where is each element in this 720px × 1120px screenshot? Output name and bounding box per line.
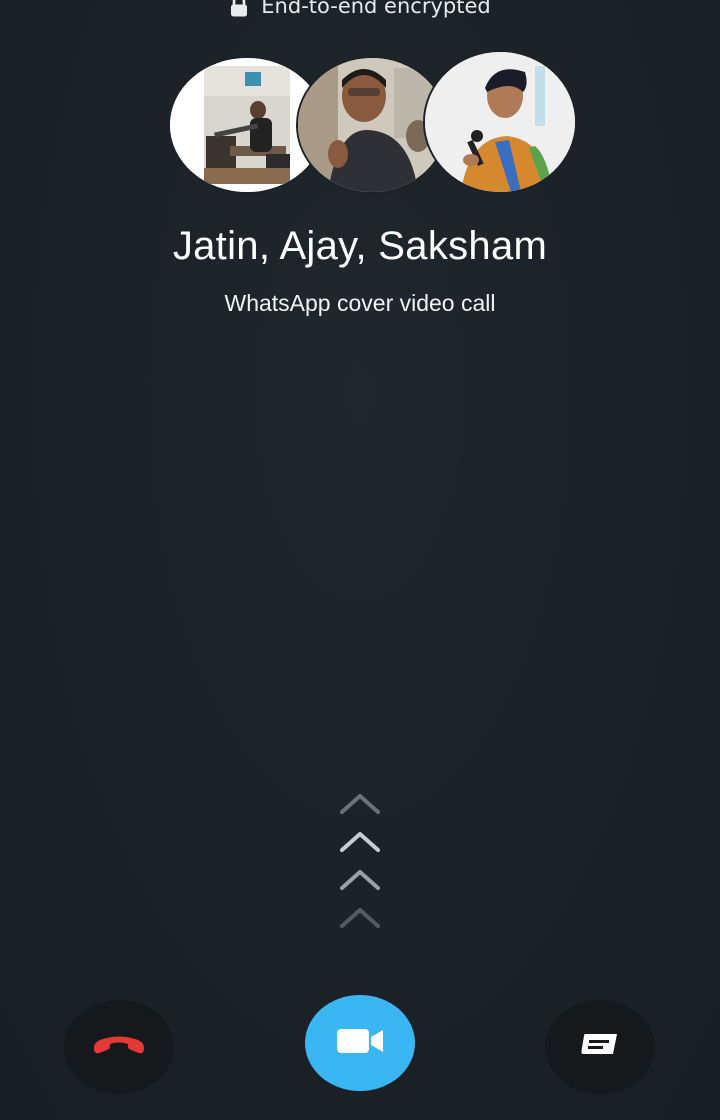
participant-avatars — [0, 52, 720, 192]
avatar[interactable] — [425, 52, 575, 192]
avatar[interactable] — [298, 58, 446, 192]
reply-message-button[interactable] — [545, 1000, 655, 1094]
lock-icon — [229, 0, 249, 17]
message-icon — [580, 1032, 620, 1062]
chevrons-up-icon[interactable] — [336, 790, 384, 940]
incoming-call-screen: End-to-end encrypted Jatin, Ajay, Saksha… — [0, 0, 720, 1120]
video-camera-icon — [336, 1027, 384, 1059]
call-type-label: WhatsApp cover video call — [224, 290, 496, 316]
caller-names: Jatin, Ajay, Saksham — [172, 224, 548, 268]
phone-hangup-icon — [90, 1033, 148, 1061]
accept-video-call-button[interactable] — [305, 995, 415, 1091]
decline-call-button[interactable] — [64, 1000, 174, 1094]
encryption-text: End-to-end encrypted — [261, 0, 491, 18]
encryption-notice: End-to-end encrypted — [0, 0, 720, 18]
